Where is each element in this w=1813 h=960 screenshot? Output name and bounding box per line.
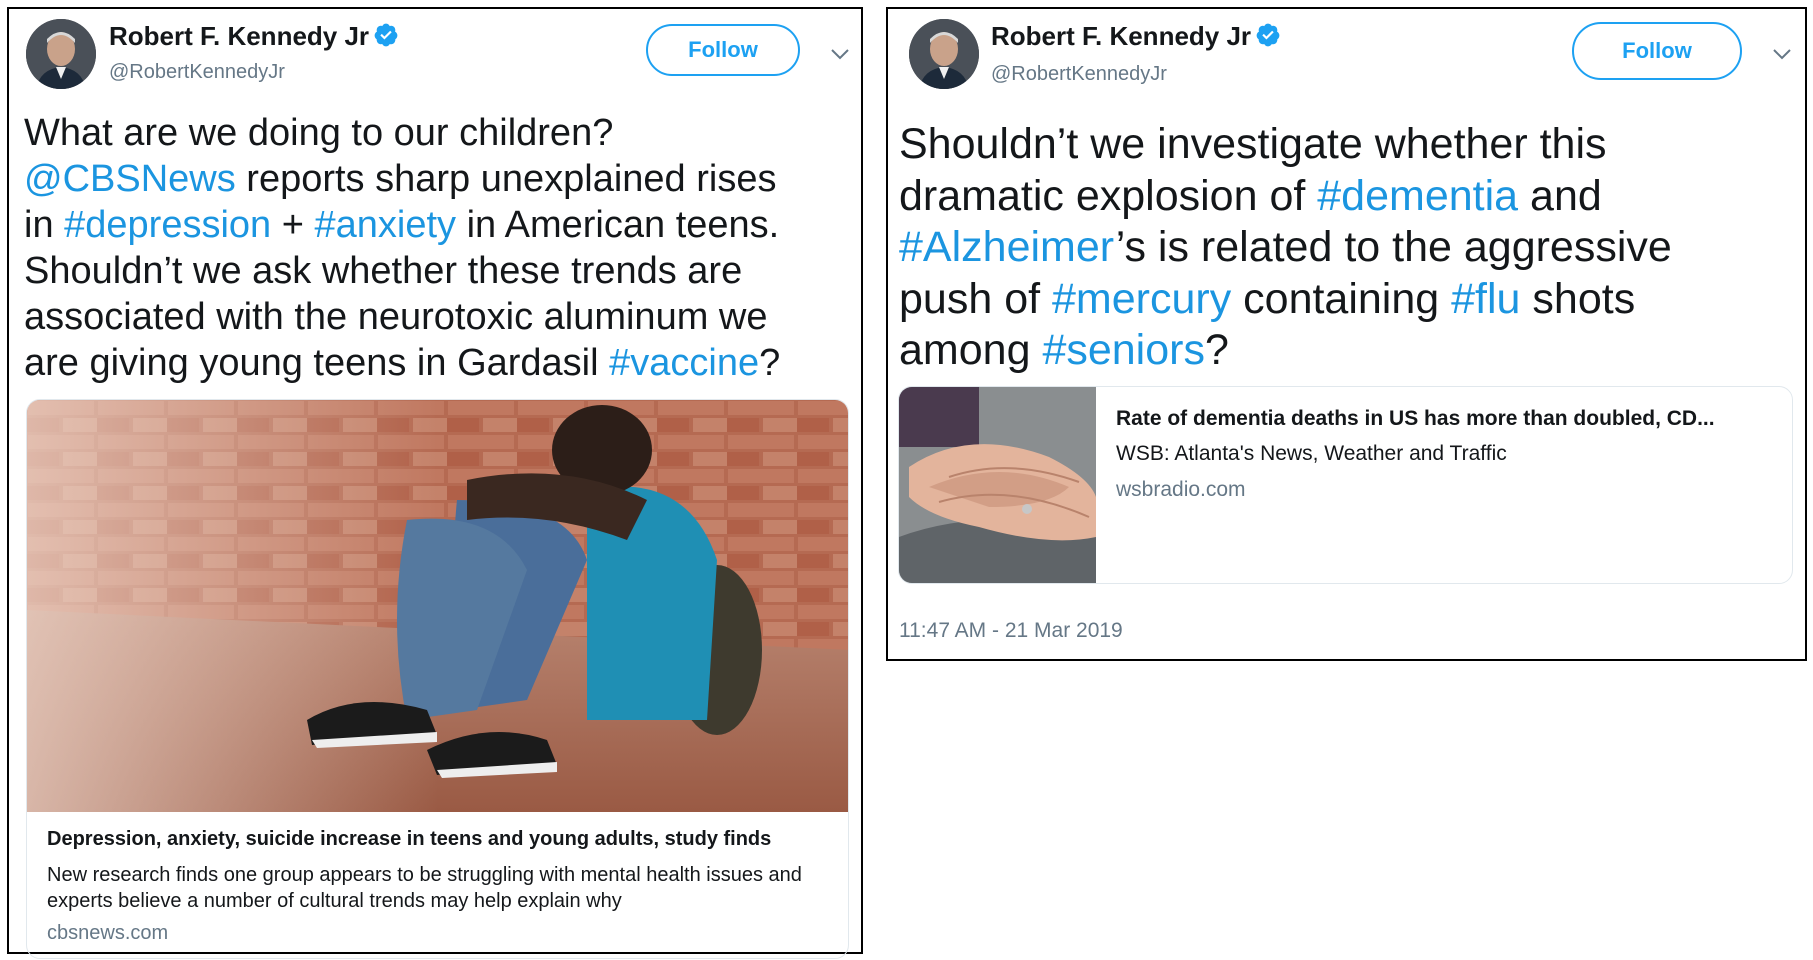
verified-badge-icon xyxy=(374,23,398,47)
hashtag-link[interactable]: #Alzheimer xyxy=(899,223,1116,271)
tweet-text-segment: reports sharp unexplained rises xyxy=(235,158,777,200)
tweet-text-line: are giving young teens in Gardasil #vacc… xyxy=(24,340,780,386)
hashtag-link[interactable]: #depression xyxy=(64,204,271,246)
card-title: Rate of dementia deaths in US has more t… xyxy=(1116,407,1715,430)
tweet-text-line: associated with the neurotoxic aluminum … xyxy=(24,294,780,340)
tweet-card: Robert F. Kennedy Jr @RobertKennedyJr Fo… xyxy=(7,7,863,959)
author-name-text: Robert F. Kennedy Jr xyxy=(109,21,370,51)
avatar[interactable] xyxy=(26,19,96,89)
hashtag-link[interactable]: #mercury xyxy=(1052,275,1231,323)
sad-boy-against-brick-wall-photo xyxy=(27,400,848,812)
tweet-timestamp[interactable]: 11:47 AM - 21 Mar 2019 xyxy=(899,619,1123,643)
tweet-text-line: #Alzheimer’s is related to the aggressiv… xyxy=(899,222,1672,274)
elderly-hands-photo xyxy=(899,387,1096,583)
link-card[interactable]: Rate of dementia deaths in US has more t… xyxy=(898,386,1793,584)
tweet-text: Shouldn’t we investigate whether this dra… xyxy=(899,119,1672,377)
tweet-text-segment: in American teens. xyxy=(456,204,780,246)
tweet-text-segment: + xyxy=(271,204,315,246)
hashtag-link[interactable]: #anxiety xyxy=(315,204,457,246)
follow-button[interactable]: Follow xyxy=(1572,22,1742,80)
card-description: WSB: Atlanta's News, Weather and Traffic xyxy=(1116,442,1507,465)
hashtag-link[interactable]: #flu xyxy=(1451,275,1520,323)
tweet-text-segment: dramatic explosion of xyxy=(899,171,1318,220)
tweet-text-segment: are giving young teens in Gardasil xyxy=(24,342,610,384)
tweet-text-line: among #seniors? xyxy=(899,325,1672,377)
hashtag-link[interactable]: #dementia xyxy=(1317,172,1518,220)
mention-link[interactable]: @CBSNews xyxy=(24,158,236,200)
tweet-text-segment: shots xyxy=(1520,274,1636,323)
tweet-text-segment: in xyxy=(24,204,65,246)
tweet-text-line: push of #mercury containing #flu shots xyxy=(899,274,1672,326)
tweet-text-segment: ’s is related to the aggressive xyxy=(1115,223,1672,271)
tweet-text-line: Shouldn’t we ask whether these trends ar… xyxy=(24,248,780,294)
tweet-text-line: Shouldn’t we investigate whether this xyxy=(899,119,1672,171)
tweet-text-segment: ? xyxy=(759,342,781,384)
tweet-text-segment: push of xyxy=(899,274,1052,323)
tweet-text-line: in #depression + #anxiety in American te… xyxy=(24,202,780,248)
author-name[interactable]: Robert F. Kennedy Jr xyxy=(991,21,1281,52)
hashtag-link[interactable]: #seniors xyxy=(1042,326,1205,374)
author-name-text: Robert F. Kennedy Jr xyxy=(991,21,1252,51)
author-name[interactable]: Robert F. Kennedy Jr xyxy=(109,21,399,52)
tweet-text-line: What are we doing to our children? xyxy=(24,110,780,156)
author-handle[interactable]: @RobertKennedyJr xyxy=(109,61,285,84)
follow-button[interactable]: Follow xyxy=(646,24,800,76)
tweet-text: What are we doing to our children? @CBSNe… xyxy=(24,110,780,386)
tweet-text-segment: Shouldn’t we investigate whether this xyxy=(899,120,1607,168)
avatar[interactable] xyxy=(909,19,979,89)
link-card[interactable]: Depression, anxiety, suicide increase in… xyxy=(26,399,849,959)
tweet-text-segment: ? xyxy=(1204,326,1229,374)
tweet-text-line: @CBSNews reports sharp unexplained rises xyxy=(24,156,780,202)
card-description: New research finds one group appears to … xyxy=(47,864,802,912)
tweet-card: Robert F. Kennedy Jr @RobertKennedyJr Fo… xyxy=(886,7,1807,661)
chevron-down-icon[interactable] xyxy=(1772,48,1792,60)
author-handle[interactable]: @RobertKennedyJr xyxy=(991,63,1167,86)
tweet-text-segment: What are we doing to our children? xyxy=(24,112,614,154)
tweet-text-segment: and xyxy=(1518,171,1602,220)
card-title: Depression, anxiety, suicide increase in… xyxy=(47,828,772,850)
tweet-text-segment: among xyxy=(899,326,1043,374)
tweet-text-segment: Shouldn’t we ask whether these trends ar… xyxy=(24,250,743,292)
tweet-text-segment: associated with the neurotoxic aluminum … xyxy=(24,296,768,338)
card-domain: wsbradio.com xyxy=(1116,478,1246,501)
verified-badge-icon xyxy=(1256,23,1280,47)
card-image xyxy=(27,400,848,812)
hashtag-link[interactable]: #vaccine xyxy=(609,342,759,384)
chevron-down-icon[interactable] xyxy=(830,48,850,60)
tweet-text-line: dramatic explosion of #dementia and xyxy=(899,171,1672,223)
card-domain: cbsnews.com xyxy=(47,922,169,944)
card-image xyxy=(899,387,1096,583)
tweet-text-segment: containing xyxy=(1231,274,1452,323)
